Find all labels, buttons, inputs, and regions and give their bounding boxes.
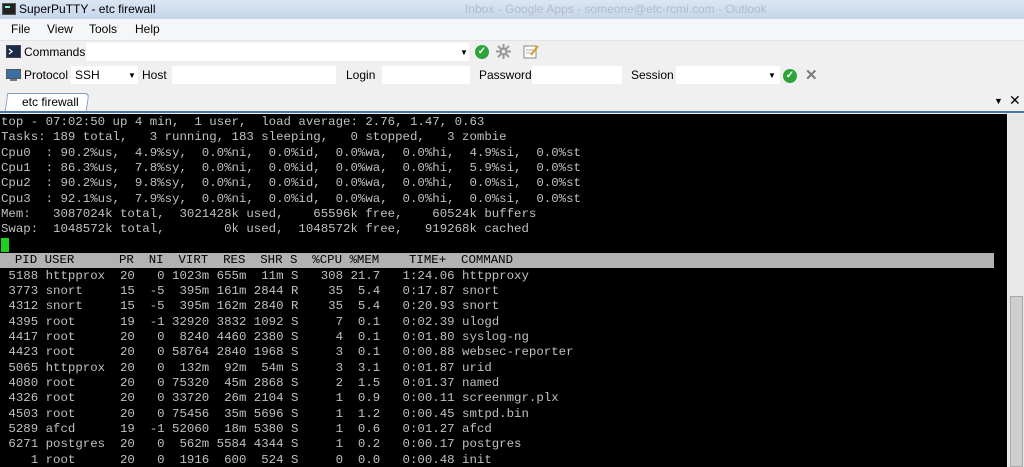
host-input[interactable] [172, 66, 336, 84]
process-row: 6271 postgres 20 0 562m 5584 4344 S 1 0.… [1, 437, 522, 452]
process-row: 3773 snort 15 -5 395m 161m 2844 R 35 5.4… [1, 283, 500, 298]
terminal-summary-line: top - 07:02:50 up 4 min, 1 user, load av… [1, 115, 485, 129]
terminal-summary-line: Cpu0 : 90.2%us, 4.9%sy, 0.0%ni, 0.0%id, … [1, 145, 581, 160]
process-row: 5188 httpprox 20 0 1023m 655m 11m S 308 … [1, 268, 529, 283]
tab-label: etc firewall [22, 95, 79, 109]
password-label: Password [479, 68, 532, 82]
terminal-cursor [1, 237, 9, 252]
login-label: Login [346, 68, 376, 82]
terminal-icon [6, 45, 21, 58]
protocol-value: SSH [75, 68, 100, 82]
process-row: 4080 root 20 0 75320 45m 2868 S 2 1.5 0:… [1, 375, 500, 390]
terminal-view[interactable]: top - 07:02:50 up 4 min, 1 user, load av… [0, 114, 1007, 467]
commands-input[interactable] [86, 43, 469, 61]
process-row: 1 root 20 0 1916 600 524 S 0 0.0 0:00.48… [1, 452, 492, 467]
commands-dropdown-icon[interactable]: ▼ [460, 48, 468, 57]
menu-tools[interactable]: Tools [89, 22, 117, 36]
process-table-header: PID USER PR NI VIRT RES SHR S %CPU %MEM … [0, 253, 994, 269]
tab-list-dropdown-icon[interactable]: ▼ [994, 96, 1003, 106]
terminal-summary-line: Cpu3 : 92.1%us, 7.9%sy, 0.0%ni, 0.0%id, … [1, 191, 581, 206]
process-row: 5289 afcd 19 -1 52060 18m 5380 S 1 0.6 0… [1, 422, 492, 436]
protocol-label: Protocol [24, 68, 69, 82]
terminal-summary-line: Tasks: 189 total, 3 running, 183 sleepin… [1, 130, 507, 145]
session-dropdown-icon[interactable]: ▼ [768, 71, 776, 80]
notepad-icon[interactable] [523, 44, 539, 59]
terminal-app-icon [2, 3, 16, 15]
background-window-title: Inbox - Google Apps - someone@etc-rcmi.c… [465, 2, 767, 16]
terminal-summary-line: Mem: 3087024k total, 3021428k used, 6559… [1, 207, 537, 222]
window-title: SuperPuTTY - etc firewall [19, 2, 156, 16]
process-row: 4417 root 20 0 8240 4460 2380 S 4 0.1 0:… [1, 329, 529, 344]
process-row: 4503 root 20 0 75456 35m 5696 S 1 1.2 0:… [1, 406, 529, 421]
process-row: 5065 httpprox 20 0 132m 92m 54m S 3 3.1 … [1, 360, 492, 375]
process-row: 4395 root 19 -1 32920 3832 1092 S 7 0.1 … [1, 314, 500, 329]
login-input[interactable] [382, 66, 470, 84]
terminal-summary-line: Cpu1 : 86.3%us, 7.8%sy, 0.0%ni, 0.0%id, … [1, 161, 581, 176]
process-row: 4312 snort 15 -5 395m 162m 2840 R 35 5.4… [1, 299, 500, 314]
gear-icon[interactable] [496, 44, 511, 59]
menu-view[interactable]: View [47, 22, 73, 36]
scrollbar-thumb[interactable] [1010, 296, 1023, 467]
session-label: Session [631, 68, 674, 82]
close-tab-icon[interactable]: ✕ [1009, 93, 1021, 107]
connection-toolbar: Protocol SSH ▼ Host Login Password Sessi… [0, 64, 1024, 89]
session-select[interactable] [676, 66, 780, 84]
send-command-checkmark-icon[interactable]: ✓ [475, 45, 489, 59]
password-input[interactable] [532, 66, 622, 84]
commands-toolbar: Commands ▼ ✓ [0, 41, 1024, 65]
protocol-dropdown-icon[interactable]: ▼ [128, 71, 136, 80]
process-row: 4423 root 20 0 58764 2840 1968 S 3 0.1 0… [1, 345, 574, 360]
tab-underline [0, 111, 1024, 113]
terminal-summary-line: Cpu2 : 90.2%us, 9.8%sy, 0.0%ni, 0.0%id, … [1, 176, 581, 191]
clear-close-icon[interactable]: ✕ [805, 68, 818, 83]
host-label: Host [142, 68, 167, 82]
commands-label: Commands [24, 45, 86, 59]
process-row: 4326 root 20 0 33720 26m 2104 S 1 0.9 0:… [1, 391, 559, 406]
menu-help[interactable]: Help [135, 22, 160, 36]
menu-bar: File View Tools Help [0, 19, 1024, 41]
protocol-icon [6, 69, 21, 81]
title-bar: SuperPuTTY - etc firewall Inbox - Google… [0, 0, 1024, 19]
menu-file[interactable]: File [11, 22, 30, 36]
connect-checkmark-icon[interactable]: ✓ [783, 69, 797, 83]
terminal-summary-line: Swap: 1048572k total, 0k used, 1048572k … [1, 222, 529, 237]
